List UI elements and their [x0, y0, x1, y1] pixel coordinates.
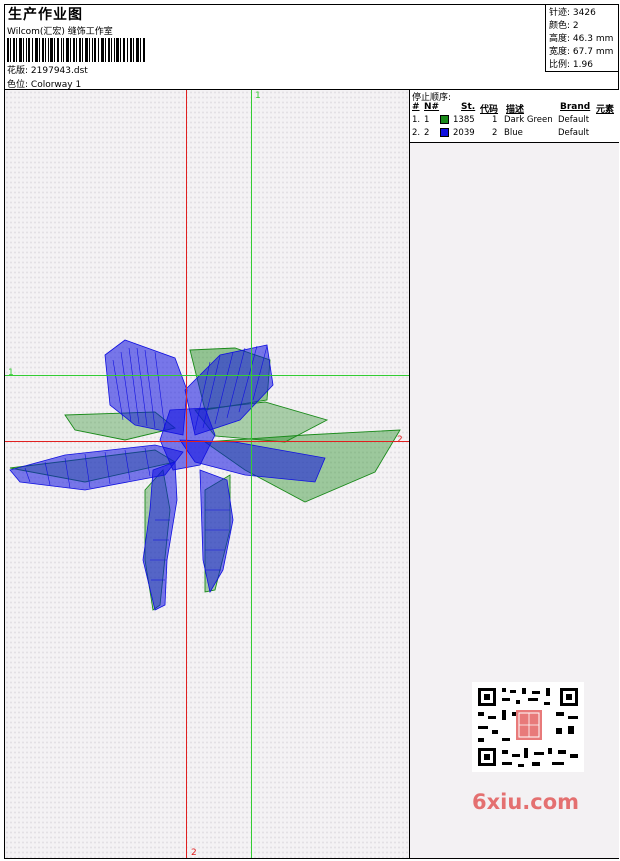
- col-n: N#: [424, 102, 440, 112]
- guide-horizontal-green: [5, 375, 409, 376]
- pattern-label: 花版:: [7, 66, 29, 76]
- axis-label-vertical-red: 2: [191, 848, 197, 858]
- stat-stitches: 针迹: 3426: [549, 8, 596, 18]
- blue-thread-stitches: [9, 339, 326, 611]
- stat-scale: 比例: 1.96: [549, 60, 593, 70]
- guide-vertical-green: [251, 90, 252, 858]
- col-num: #: [412, 102, 420, 112]
- qr-code: [472, 682, 584, 772]
- col-element: 元素: [596, 105, 615, 115]
- studio-name: Wilcom(汇宏) 缝饰工作室: [7, 27, 113, 37]
- embroidery-drawing: [9, 339, 401, 611]
- colorway-info: 色位: Colorway 1: [7, 77, 81, 90]
- header-info: 生产作业图 Wilcom(汇宏) 缝饰工作室 花版: 2197943.dst 色…: [5, 5, 545, 90]
- col-brand: Brand: [560, 102, 591, 112]
- axis-label-horizontal-red: 2: [397, 435, 403, 445]
- stat-height: 高度: 46.3 mm: [549, 34, 614, 44]
- stop-sequence-panel: 停止顺序: # N# St. 代码 描述 Brand 元素 1. 1 1385 …: [409, 90, 619, 858]
- axis-label-horizontal-green: 1: [8, 368, 14, 378]
- color-swatch-blue: [440, 128, 449, 137]
- col-description: 描述: [506, 105, 525, 115]
- guide-horizontal-red: [5, 441, 409, 442]
- stats-panel: 针迹: 3426 颜色: 2 高度: 46.3 mm 宽度: 67.7 mm 比…: [545, 5, 619, 72]
- sheet-title: 生产作业图: [8, 7, 83, 23]
- guide-vertical-red: [186, 90, 187, 858]
- watermark-logo: 6xiu.com: [472, 790, 580, 814]
- stop-sequence-table: 停止顺序: # N# St. 代码 描述 Brand 元素 1. 1 1385 …: [410, 90, 619, 143]
- embroidery-preview: 1 1 2 2: [5, 90, 409, 858]
- color-swatch-green: [440, 115, 449, 124]
- stat-colors: 颜色: 2: [549, 21, 579, 31]
- axis-label-vertical-green: 1: [255, 91, 261, 101]
- colorway-value: Colorway 1: [30, 80, 82, 90]
- col-code: 代码: [480, 105, 499, 115]
- sheet-header: 生产作业图 Wilcom(汇宏) 缝饰工作室 花版: 2197943.dst 色…: [5, 5, 619, 90]
- pattern-file: 2197943.dst: [30, 66, 88, 76]
- col-stitches: St.: [461, 102, 476, 112]
- barcode: [7, 38, 145, 62]
- pattern-info: 花版: 2197943.dst: [7, 63, 88, 76]
- production-sheet: 生产作业图 Wilcom(汇宏) 缝饰工作室 花版: 2197943.dst 色…: [4, 4, 619, 859]
- colorway-label: 色位:: [7, 80, 29, 90]
- stat-width: 宽度: 67.7 mm: [549, 47, 614, 57]
